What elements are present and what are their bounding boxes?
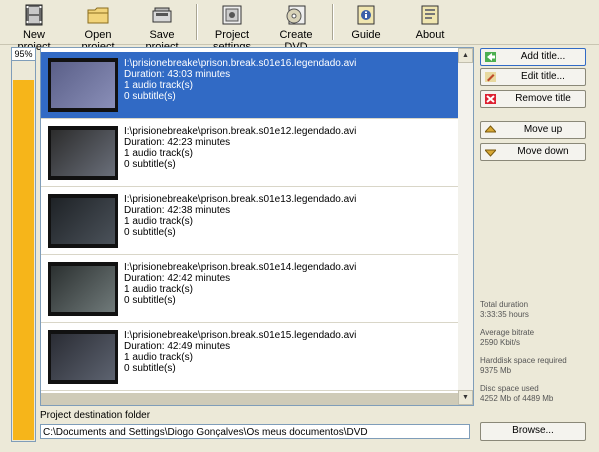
toolbar-separator [196,4,198,40]
title-subtitles: 0 subtitle(s) [124,159,176,170]
destination-label: Project destination folder [40,410,151,421]
add-title-label: Add title... [520,51,566,62]
settings-panel-icon [222,5,242,25]
harddisk-space-label: Harddisk space required [480,356,567,365]
about-button[interactable]: About [410,2,450,42]
film-icon [25,4,43,26]
disc-space-stat: Disc space used 4252 Mb of 4489 Mb [480,384,553,404]
add-title-button[interactable]: Add title... [480,48,586,66]
title-info: I:\prisionebreake\prison.break.s01e14.le… [124,262,356,306]
folder-open-icon [87,7,109,24]
title-info: I:\prisionebreake\prison.break.s01e12.le… [124,126,356,170]
move-down-button[interactable]: Move down [480,143,586,161]
title-audio-tracks: 1 audio track(s) [124,352,193,363]
move-up-button[interactable]: Move up [480,121,586,139]
title-subtitles: 0 subtitle(s) [124,295,176,306]
project-settings-button[interactable]: Project settings [200,2,264,53]
video-thumbnail [48,126,118,180]
title-path: I:\prisionebreake\prison.break.s01e15.le… [124,330,357,341]
move-down-label: Move down [517,146,569,157]
about-info-icon [421,5,439,25]
disc-space-label: Disc space used [480,384,539,393]
harddisk-space-value: 9375 Mb [480,366,512,375]
total-duration-value: 3:33:35 hours [480,310,529,319]
guide-button[interactable]: Guide [346,2,386,42]
title-subtitles: 0 subtitle(s) [124,227,176,238]
title-duration: Duration: 42:23 minutes [124,137,231,148]
title-duration: Duration: 42:49 minutes [124,341,231,352]
title-path: I:\prisionebreake\prison.break.s01e12.le… [124,126,357,137]
average-bitrate-label: Average bitrate [480,328,535,337]
new-project-button[interactable]: New project [8,2,60,53]
total-duration-label: Total duration [480,300,529,309]
video-thumbnail [48,262,118,316]
title-list-item[interactable]: I:\prisionebreake\prison.break.s01e14.le… [41,256,458,323]
save-disk-icon [152,7,172,23]
horizontal-scroll-area [41,393,458,405]
browse-button[interactable]: Browse... [480,422,586,441]
title-list-item[interactable]: I:\prisionebreake\prison.break.s01e13.le… [41,188,458,255]
about-label: About [415,29,445,41]
edit-pencil-icon [485,72,496,82]
title-path: I:\prisionebreake\prison.break.s01e13.le… [124,194,357,205]
scroll-down-button[interactable]: ▼ [458,390,473,405]
video-thumbnail [48,330,118,384]
destination-folder-field[interactable]: C:\Documents and Settings\Diogo Gonçalve… [40,424,470,439]
harddisk-space-stat: Harddisk space required 9375 Mb [480,356,567,376]
video-thumbnail [48,194,118,248]
average-bitrate-stat: Average bitrate 2590 Kbit/s [480,328,534,348]
title-subtitles: 0 subtitle(s) [124,91,176,102]
vertical-scrollbar[interactable]: ▲ ▼ [458,48,473,405]
disc-usage-fill [13,80,34,440]
edit-title-label: Edit title... [521,71,565,82]
title-list-item[interactable]: I:\prisionebreake\prison.break.s01e12.le… [41,120,458,187]
dvd-disc-icon [286,5,306,25]
save-project-button[interactable]: Save project [134,2,190,53]
disc-usage-percent: 95% [12,48,35,61]
title-list-item[interactable]: I:\prisionebreake\prison.break.s01e15.le… [41,324,458,391]
title-audio-tracks: 1 audio track(s) [124,80,193,91]
remove-title-label: Remove title [515,93,571,104]
guide-label: Guide [351,29,381,41]
edit-title-button[interactable]: Edit title... [480,68,586,86]
title-audio-tracks: 1 audio track(s) [124,148,193,159]
total-duration-stat: Total duration 3:33:35 hours [480,300,529,320]
title-info: I:\prisionebreake\prison.break.s01e16.le… [124,58,356,102]
toolbar-separator [332,4,334,40]
open-project-button[interactable]: Open project [70,2,126,53]
scroll-up-button[interactable]: ▲ [458,48,473,63]
add-arrow-icon [485,52,496,62]
create-dvd-button[interactable]: Create DVD [270,2,322,53]
title-list: I:\prisionebreake\prison.break.s01e16.le… [40,47,474,406]
title-duration: Duration: 43:03 minutes [124,69,231,80]
title-path: I:\prisionebreake\prison.break.s01e16.le… [124,58,357,69]
disc-usage-bar: 95% [11,47,36,442]
browse-label: Browse... [512,425,554,436]
title-audio-tracks: 1 audio track(s) [124,216,193,227]
title-duration: Duration: 42:42 minutes [124,273,231,284]
title-info: I:\prisionebreake\prison.break.s01e13.le… [124,194,356,238]
toolbar: New project Open project Save project Pr… [0,0,599,53]
guide-book-icon [357,5,375,25]
title-path: I:\prisionebreake\prison.break.s01e14.le… [124,262,357,273]
average-bitrate-value: 2590 Kbit/s [480,338,521,347]
title-info: I:\prisionebreake\prison.break.s01e15.le… [124,330,356,374]
move-up-icon [485,125,496,133]
title-duration: Duration: 42:38 minutes [124,205,231,216]
remove-icon [485,94,496,104]
remove-title-button[interactable]: Remove title [480,90,586,108]
move-down-icon [485,149,496,157]
video-thumbnail [48,58,118,112]
title-audio-tracks: 1 audio track(s) [124,284,193,295]
disc-space-value: 4252 Mb of 4489 Mb [480,394,554,403]
title-subtitles: 0 subtitle(s) [124,363,176,374]
title-list-item[interactable]: I:\prisionebreake\prison.break.s01e16.le… [41,52,458,119]
move-up-label: Move up [523,124,563,135]
